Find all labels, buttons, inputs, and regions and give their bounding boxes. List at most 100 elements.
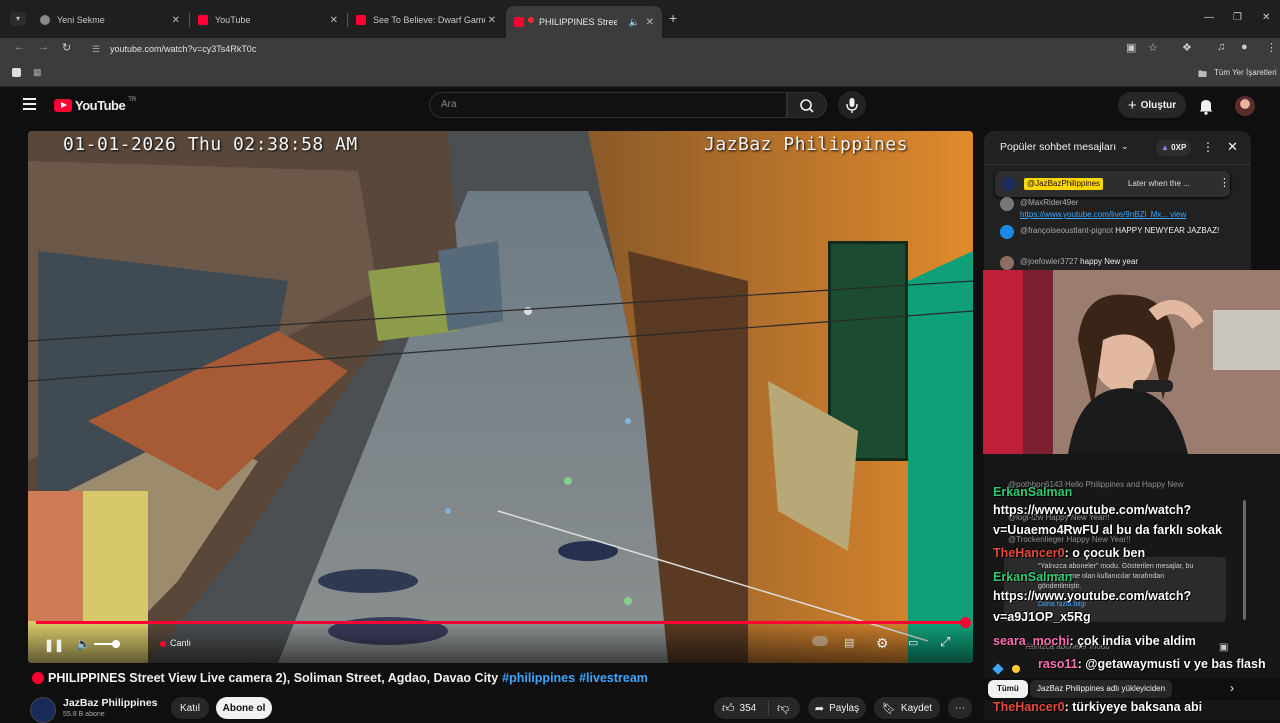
like-icon[interactable]: 👍︎ <box>722 701 735 716</box>
chat-message: @MaxRider49er https://www.youtube.com/li… <box>1000 197 1220 221</box>
overlay-chat-author: raso11 <box>1038 657 1078 671</box>
subscribe-button[interactable]: Abone ol <box>216 697 272 719</box>
channel-avatar[interactable] <box>30 697 56 723</box>
url-text: youtube.com/watch?v=cy3Ts4RkT0c <box>110 44 257 54</box>
menu-kebab-icon[interactable]: ⋮ <box>1266 41 1277 54</box>
volume-icon[interactable]: 🔈 <box>76 637 91 651</box>
bookmarks-bar: ▦ 🖿 Tüm Yer İşaretleri <box>0 60 1280 87</box>
media-control-icon[interactable]: ♫ <box>1217 41 1225 53</box>
close-icon[interactable]: ✕ <box>172 15 180 26</box>
tab-youtube[interactable]: YouTube ✕ <box>190 8 346 32</box>
pinned-author: @JazBazPhilippines <box>1024 178 1104 190</box>
volume-knob[interactable] <box>112 640 120 648</box>
live-label[interactable]: Canlı <box>170 638 191 648</box>
video-player[interactable]: 01-01-2026 Thu 02:38:58 AM JazBaz Philip… <box>28 131 973 663</box>
pinned-more-icon[interactable]: ⋮ <box>1219 176 1230 189</box>
youtube-icon <box>356 15 366 25</box>
theater-mode-icon[interactable]: ▭ <box>908 636 918 649</box>
chat-author[interactable]: @françoiseoustlant-pignot <box>1020 226 1113 235</box>
pause-icon[interactable]: ❚❚ <box>44 638 64 652</box>
create-button[interactable]: + Oluştur <box>1118 92 1186 118</box>
save-button[interactable]: 🔖︎ Kaydet <box>874 697 940 719</box>
points-badge[interactable]: ▲ 0XP <box>1156 140 1192 156</box>
tab-search-icon[interactable]: ▾ <box>10 12 26 26</box>
chevron-down-icon[interactable]: ⌄ <box>1121 141 1129 152</box>
profile-icon[interactable]: ● <box>1241 41 1248 53</box>
chat-avatar <box>1000 197 1014 211</box>
chevron-right-icon[interactable]: › <box>1230 681 1234 695</box>
chip-from-uploader[interactable]: JazBaz Philippines adlı yükleyiciden <box>1030 680 1173 698</box>
pinned-message[interactable]: @JazBazPhilippines Later when the ... ⋮ <box>995 171 1230 197</box>
settings-gear-icon[interactable]: ⚙ <box>876 635 889 652</box>
new-tab-icon[interactable]: + <box>669 10 677 26</box>
tab-new-tab[interactable]: Yeni Sekme ✕ <box>32 8 188 32</box>
stream-overlay-chat: @pothbpo6143 Hello Philippines and Happy… <box>984 454 1280 720</box>
video-frame-image <box>28 131 973 663</box>
autoplay-toggle[interactable] <box>812 636 828 646</box>
overlay-chat-text: v=Uuaemo4RwFU al bu da farklı sokak <box>993 523 1222 537</box>
channel-name[interactable]: JazBaz Philippines <box>63 697 158 709</box>
close-icon[interactable]: ✕ <box>488 15 496 26</box>
site-info-icon[interactable]: ☰ <box>92 41 100 58</box>
hashtag-link[interactable]: #livestream <box>579 671 648 685</box>
folder-icon: 🖿 <box>1198 69 1208 79</box>
subtitles-icon[interactable]: ▤ <box>844 636 854 649</box>
join-button[interactable]: Katıl <box>171 697 209 719</box>
overlay-chat-text: v=a9J1OP_x5Rg <box>993 610 1091 624</box>
like-count[interactable]: 354 <box>740 703 757 714</box>
back-icon[interactable]: ← <box>14 41 25 53</box>
apps-grid-icon[interactable]: ▦ <box>33 67 42 78</box>
search-button[interactable] <box>787 92 827 118</box>
close-window-icon[interactable]: ✕ <box>1262 12 1270 23</box>
chat-scrollbar[interactable] <box>1243 500 1246 620</box>
youtube-logo[interactable]: YouTube TR <box>54 96 137 113</box>
share-label: Paylaş <box>829 702 860 714</box>
chip-all[interactable]: Tümü <box>988 680 1028 698</box>
notifications-bell-icon[interactable] <box>1198 97 1214 120</box>
progress-bar[interactable] <box>36 621 965 624</box>
all-bookmarks-label[interactable]: Tüm Yer İşaretleri <box>1214 68 1277 77</box>
chat-more-icon[interactable]: ⋮ <box>1202 140 1214 154</box>
tab-dwarf-games[interactable]: See To Believe: Dwarf Games - \ ✕ <box>348 8 504 32</box>
reload-icon[interactable]: ↻ <box>62 41 71 54</box>
recording-dot-icon <box>528 17 534 23</box>
forward-icon[interactable]: → <box>38 41 49 53</box>
speaker-icon[interactable]: 🔈 <box>629 17 640 28</box>
webcam-image <box>983 270 1280 454</box>
overlay-chat-text: https://www.youtube.com/watch? <box>993 503 1192 517</box>
close-icon[interactable]: ✕ <box>646 17 654 28</box>
share-button[interactable]: ➦ Paylaş <box>808 697 866 719</box>
progress-scrubber[interactable] <box>960 617 971 628</box>
voice-search-button[interactable] <box>838 91 866 119</box>
money-icon[interactable]: ▣ <box>1219 642 1228 653</box>
avatar[interactable] <box>1235 96 1255 116</box>
dislike-icon[interactable]: 👎︎ <box>777 701 789 716</box>
search-placeholder: Ara <box>441 99 457 110</box>
hashtag-link[interactable]: #philippines <box>502 671 575 685</box>
close-icon[interactable]: ✕ <box>330 15 338 26</box>
chat-author[interactable]: @joefowler3727 <box>1020 257 1078 266</box>
chat-author[interactable]: @MaxRider49er <box>1020 198 1078 207</box>
tab-title: See To Believe: Dwarf Games - \ <box>373 15 485 25</box>
chat-mode-dropdown[interactable]: Popüler sohbet mesajları <box>1000 141 1116 153</box>
bookmark-star-icon[interactable]: ☆ <box>1148 41 1158 54</box>
minimize-icon[interactable]: — <box>1204 12 1214 23</box>
tab-groups-icon[interactable] <box>12 68 21 77</box>
tab-title: YouTube <box>215 15 251 25</box>
save-label: Kaydet <box>900 702 933 714</box>
install-icon[interactable]: ▣ <box>1126 41 1136 54</box>
maximize-icon[interactable]: ❐ <box>1233 12 1242 23</box>
hamburger-menu-icon[interactable] <box>23 98 36 110</box>
overlay-chat-line: seara_mochi: çok india vibe aldim <box>993 634 1196 648</box>
more-actions-button[interactable]: ⋯ <box>948 697 972 719</box>
chat-text[interactable]: https://www.youtube.com/live/9nBZl_Mx...… <box>1020 210 1186 219</box>
search-input[interactable]: Ara <box>429 92 787 118</box>
region-code: TR <box>128 96 137 103</box>
url-field[interactable]: ☰ youtube.com/watch?v=cy3Ts4RkT0c <box>86 41 1116 58</box>
chip-bar: Tümü JazBaz Philippines adlı yükleyicide… <box>984 678 1280 700</box>
tab-philippines-active[interactable]: PHILIPPINES Street View 🔈 ✕ <box>506 6 662 38</box>
extensions-icon[interactable]: ❖ <box>1182 41 1192 54</box>
join-label: Katıl <box>179 702 200 714</box>
close-chat-icon[interactable]: ✕ <box>1227 139 1238 155</box>
fullscreen-icon[interactable]: ⤢ <box>940 634 950 650</box>
